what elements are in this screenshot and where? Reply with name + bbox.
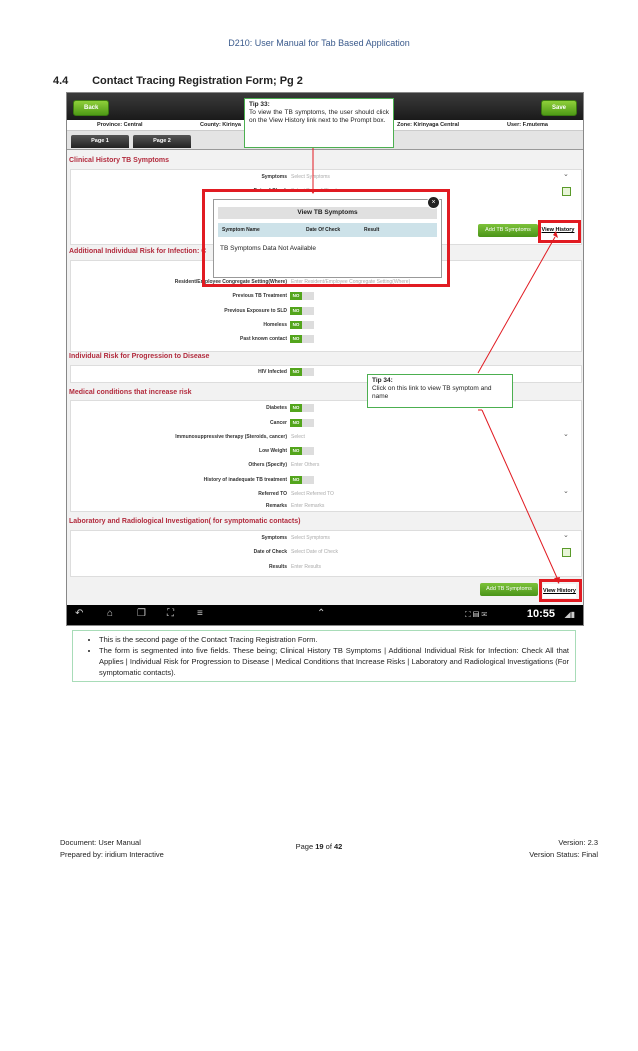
- tip-34-callout: Tip 34: Click on this link to view TB sy…: [367, 374, 513, 408]
- bullet-item: The form is segmented into five fields. …: [99, 645, 569, 678]
- page-current: 19: [315, 842, 324, 851]
- tip33-arrowhead: [310, 189, 316, 194]
- page-total: 42: [334, 842, 343, 851]
- callout-connectors: [310, 145, 560, 584]
- tip-34-title: Tip 34:: [372, 377, 393, 384]
- bullet-item: This is the second page of the Contact T…: [99, 634, 569, 645]
- tip34-connector-lower: [481, 409, 559, 581]
- tip-33-title: Tip 33:: [249, 101, 270, 108]
- footer-version: Version: 2.3: [558, 838, 598, 847]
- tip-34-text: Click on this link to view TB symptom an…: [372, 385, 492, 400]
- tip34-connector-upper: [477, 236, 556, 374]
- description-box: This is the second page of the Contact T…: [72, 630, 576, 682]
- footer-version-status: Version Status: Final: [529, 850, 598, 859]
- tip34-upper-arrowhead: [553, 231, 558, 238]
- tip-33-callout: Tip 33: To view the TB symptoms, the use…: [244, 98, 394, 148]
- footer-right: Version: 2.3 Version Status: Final: [529, 837, 598, 861]
- tip-33-text: To view the TB symptoms, the user should…: [249, 109, 389, 124]
- tip34-lower-arrowhead: [554, 577, 560, 584]
